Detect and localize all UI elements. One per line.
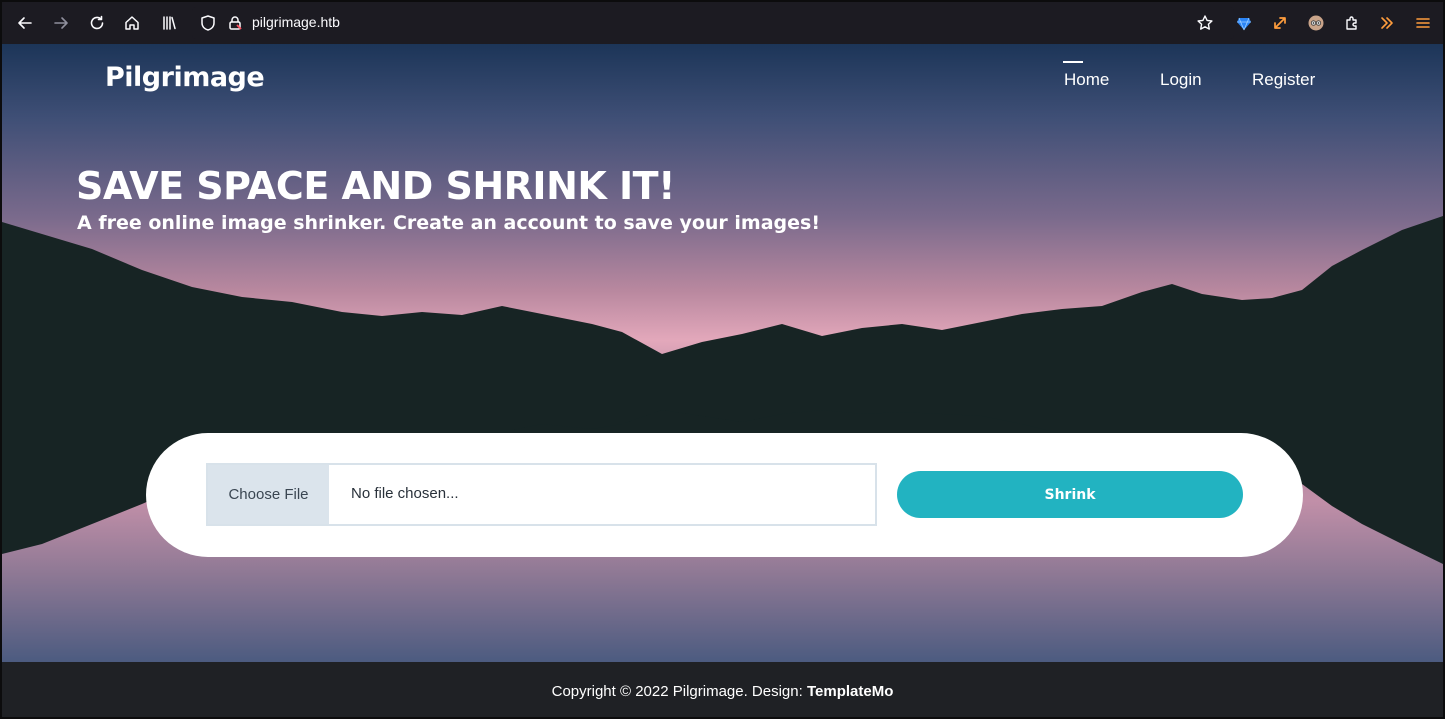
extension-gem-icon[interactable] — [1232, 11, 1256, 35]
menu-icon[interactable] — [1411, 11, 1435, 35]
choose-file-button[interactable]: Choose File — [208, 465, 329, 524]
copyright-text: Copyright © 2022 Pilgrimage. Design: — [551, 683, 807, 700]
browser-toolbar: pilgrimage.htb — [2, 2, 1443, 44]
reload-icon[interactable] — [85, 11, 109, 35]
site-logo[interactable]: Pilgrimage — [105, 62, 265, 93]
extension-avatar-icon[interactable] — [1304, 11, 1328, 35]
bookmark-star-icon[interactable] — [1193, 11, 1217, 35]
extensions-icon[interactable] — [1340, 11, 1364, 35]
overflow-icon[interactable] — [1375, 11, 1399, 35]
browser-window: pilgrimage.htb Pilgrimage Home Login Reg… — [0, 0, 1445, 719]
nav-home-link[interactable]: Home — [1064, 70, 1109, 90]
site-footer: Copyright © 2022 Pilgrimage. Design: Tem… — [2, 662, 1443, 717]
templatemo-link[interactable]: TemplateMo — [807, 683, 893, 700]
library-icon[interactable] — [157, 11, 181, 35]
shield-icon[interactable] — [196, 11, 220, 35]
mountain-lake-background — [2, 44, 1443, 662]
url-text[interactable]: pilgrimage.htb — [252, 14, 340, 30]
nav-register-link[interactable]: Register — [1252, 70, 1315, 90]
nav-active-indicator — [1063, 61, 1083, 63]
lock-icon[interactable] — [223, 11, 247, 35]
footer-copyright: Copyright © 2022 Pilgrimage. Design: Tem… — [2, 683, 1443, 700]
file-input[interactable]: Choose File No file chosen... — [206, 463, 877, 526]
hero-title: SAVE SPACE AND SHRINK IT! — [76, 164, 675, 208]
shrink-button[interactable]: Shrink — [897, 471, 1243, 518]
file-status-text: No file chosen... — [351, 485, 459, 502]
forward-icon[interactable] — [49, 11, 73, 35]
back-icon[interactable] — [13, 11, 37, 35]
page-viewport: Pilgrimage Home Login Register SAVE SPAC… — [2, 44, 1443, 662]
resize-icon[interactable] — [1268, 11, 1292, 35]
home-icon[interactable] — [120, 11, 144, 35]
upload-form: Choose File No file chosen... Shrink — [146, 433, 1303, 557]
hero-subtitle: A free online image shrinker. Create an … — [77, 212, 820, 234]
nav-login-link[interactable]: Login — [1160, 70, 1202, 90]
address-bar[interactable] — [192, 7, 1234, 39]
